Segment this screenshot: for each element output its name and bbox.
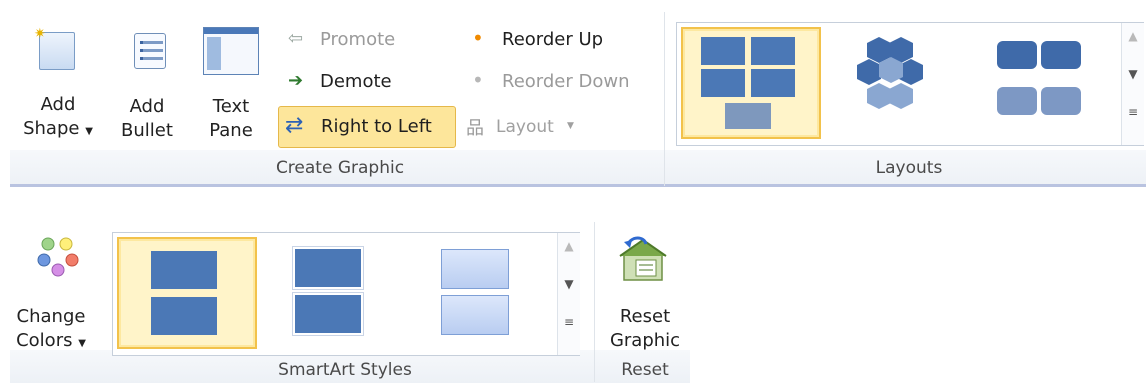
dropdown-arrow-icon: ▼: [567, 121, 574, 131]
smartart-styles-group-label: SmartArt Styles: [278, 360, 412, 380]
styles-gallery[interactable]: ▲ ▼ ≡: [112, 232, 580, 356]
demote-label: Demote: [320, 71, 392, 92]
scroll-down-arrow-icon[interactable]: ▼: [1122, 67, 1144, 100]
text-pane-label: Text: [212, 96, 250, 117]
change-colors-button[interactable]: Change Colors ▼: [14, 232, 104, 362]
swap-arrows-icon: ⇄: [285, 113, 304, 138]
style-thumb-outline[interactable]: [263, 237, 399, 345]
scroll-up-arrow-icon[interactable]: ▲: [558, 239, 580, 272]
dropdown-arrow-icon: ▼: [85, 126, 93, 137]
color-palette-icon: [37, 237, 79, 277]
change-colors-label2: Colors: [16, 330, 73, 351]
text-pane-icon: [203, 27, 259, 75]
arrow-right-icon: ➔: [288, 70, 304, 91]
right-to-left-button[interactable]: ⇄ Right to Left: [278, 106, 456, 148]
layout-thumb-rounded[interactable]: [973, 27, 1109, 135]
layout-box: [751, 69, 795, 97]
layout-thumb-hexagon[interactable]: [827, 27, 963, 135]
layout-label: Layout: [496, 117, 554, 137]
add-bullet-label2: Bullet: [121, 120, 173, 141]
reorder-up-button[interactable]: • Reorder Up: [466, 26, 646, 54]
layout-box: [701, 37, 745, 65]
reset-graphic-button[interactable]: Reset Graphic: [600, 232, 690, 362]
styles-scrollbar[interactable]: ▲ ▼ ≡: [557, 233, 580, 355]
hexagon-layout-icon: [857, 37, 923, 109]
more-arrow-icon[interactable]: ≡: [1122, 105, 1144, 138]
ribbon-bottom: Change Colors ▼ ▲ ▼ ≡ SmartArt Styles Re…: [0, 210, 700, 383]
right-to-left-label: Right to Left: [321, 116, 432, 137]
style-box: [293, 293, 363, 335]
bullet-list-icon: [134, 33, 166, 69]
style-thumb-light[interactable]: [409, 237, 545, 345]
text-pane-titlebar: [204, 28, 258, 34]
group-separator: [594, 222, 595, 382]
add-shape-label2: Shape: [23, 118, 80, 139]
style-box: [441, 249, 509, 289]
reorder-up-label: Reorder Up: [502, 29, 604, 50]
reset-graphic-label: Reset: [619, 306, 671, 327]
add-shape-label-line2: Shape ▼: [18, 118, 98, 143]
more-arrow-icon[interactable]: ≡: [558, 315, 580, 348]
create-graphic-group-label: Create Graphic: [275, 158, 405, 178]
layout-box: [997, 87, 1037, 115]
change-colors-label: Change: [16, 306, 86, 327]
style-thumb-selected[interactable]: [117, 237, 257, 349]
layout-box: [997, 41, 1037, 69]
demote-button[interactable]: ➔ Demote: [284, 70, 424, 96]
add-shape-button[interactable]: ✷ Add Shape ▼: [18, 22, 98, 152]
sparkle-icon: ✷: [34, 26, 46, 42]
layout-box: [701, 69, 745, 97]
layout-box: [1041, 87, 1081, 115]
add-bullet-button[interactable]: Add Bullet: [112, 22, 182, 152]
scroll-up-arrow-icon[interactable]: ▲: [1122, 29, 1144, 62]
reset-group-label: Reset: [621, 360, 669, 380]
org-chart-icon: 品: [466, 118, 484, 139]
group-separator: [664, 12, 665, 186]
add-bullet-label: Add: [129, 96, 165, 117]
style-box: [441, 295, 509, 335]
promote-label: Promote: [320, 29, 396, 50]
change-colors-label-line2: Colors ▼: [6, 330, 96, 355]
layouts-group-label: Layouts: [875, 158, 943, 178]
add-shape-label: Add: [40, 94, 76, 115]
ribbon-top: ✷ Add Shape ▼ Add Bullet Text Pane ⇦ Pro…: [0, 0, 1146, 190]
bullet-line: [140, 41, 163, 44]
reorder-down-button[interactable]: • Reorder Down: [466, 68, 656, 96]
reset-graphic-icon: [619, 236, 667, 281]
scroll-down-arrow-icon[interactable]: ▼: [558, 277, 580, 310]
bullet-dot-icon: •: [472, 26, 484, 50]
text-pane-sidebar: [207, 37, 221, 70]
reorder-down-label: Reorder Down: [502, 71, 630, 92]
layouts-scrollbar[interactable]: ▲ ▼ ≡: [1121, 23, 1144, 145]
bullet-line: [140, 49, 163, 52]
layout-box: [725, 103, 771, 129]
layout-button[interactable]: 品 Layout ▼: [462, 114, 602, 140]
style-box: [151, 251, 217, 289]
reset-graphic-label2: Graphic: [609, 330, 681, 351]
bullet-line: [140, 57, 163, 60]
layouts-gallery[interactable]: ▲ ▼ ≡: [676, 22, 1144, 146]
style-box: [293, 247, 363, 289]
bullet-dot-icon: •: [472, 68, 484, 92]
style-box: [151, 297, 217, 335]
layout-thumb-selected[interactable]: [681, 27, 821, 139]
ribbon-bottom-border: [10, 184, 1146, 187]
layout-box: [751, 37, 795, 65]
dropdown-arrow-icon: ▼: [78, 338, 86, 349]
promote-button[interactable]: ⇦ Promote: [284, 28, 424, 54]
text-pane-button[interactable]: Text Pane: [196, 22, 266, 152]
arrow-left-icon: ⇦: [288, 28, 304, 49]
text-pane-label2: Pane: [209, 120, 253, 141]
layout-box: [1041, 41, 1081, 69]
